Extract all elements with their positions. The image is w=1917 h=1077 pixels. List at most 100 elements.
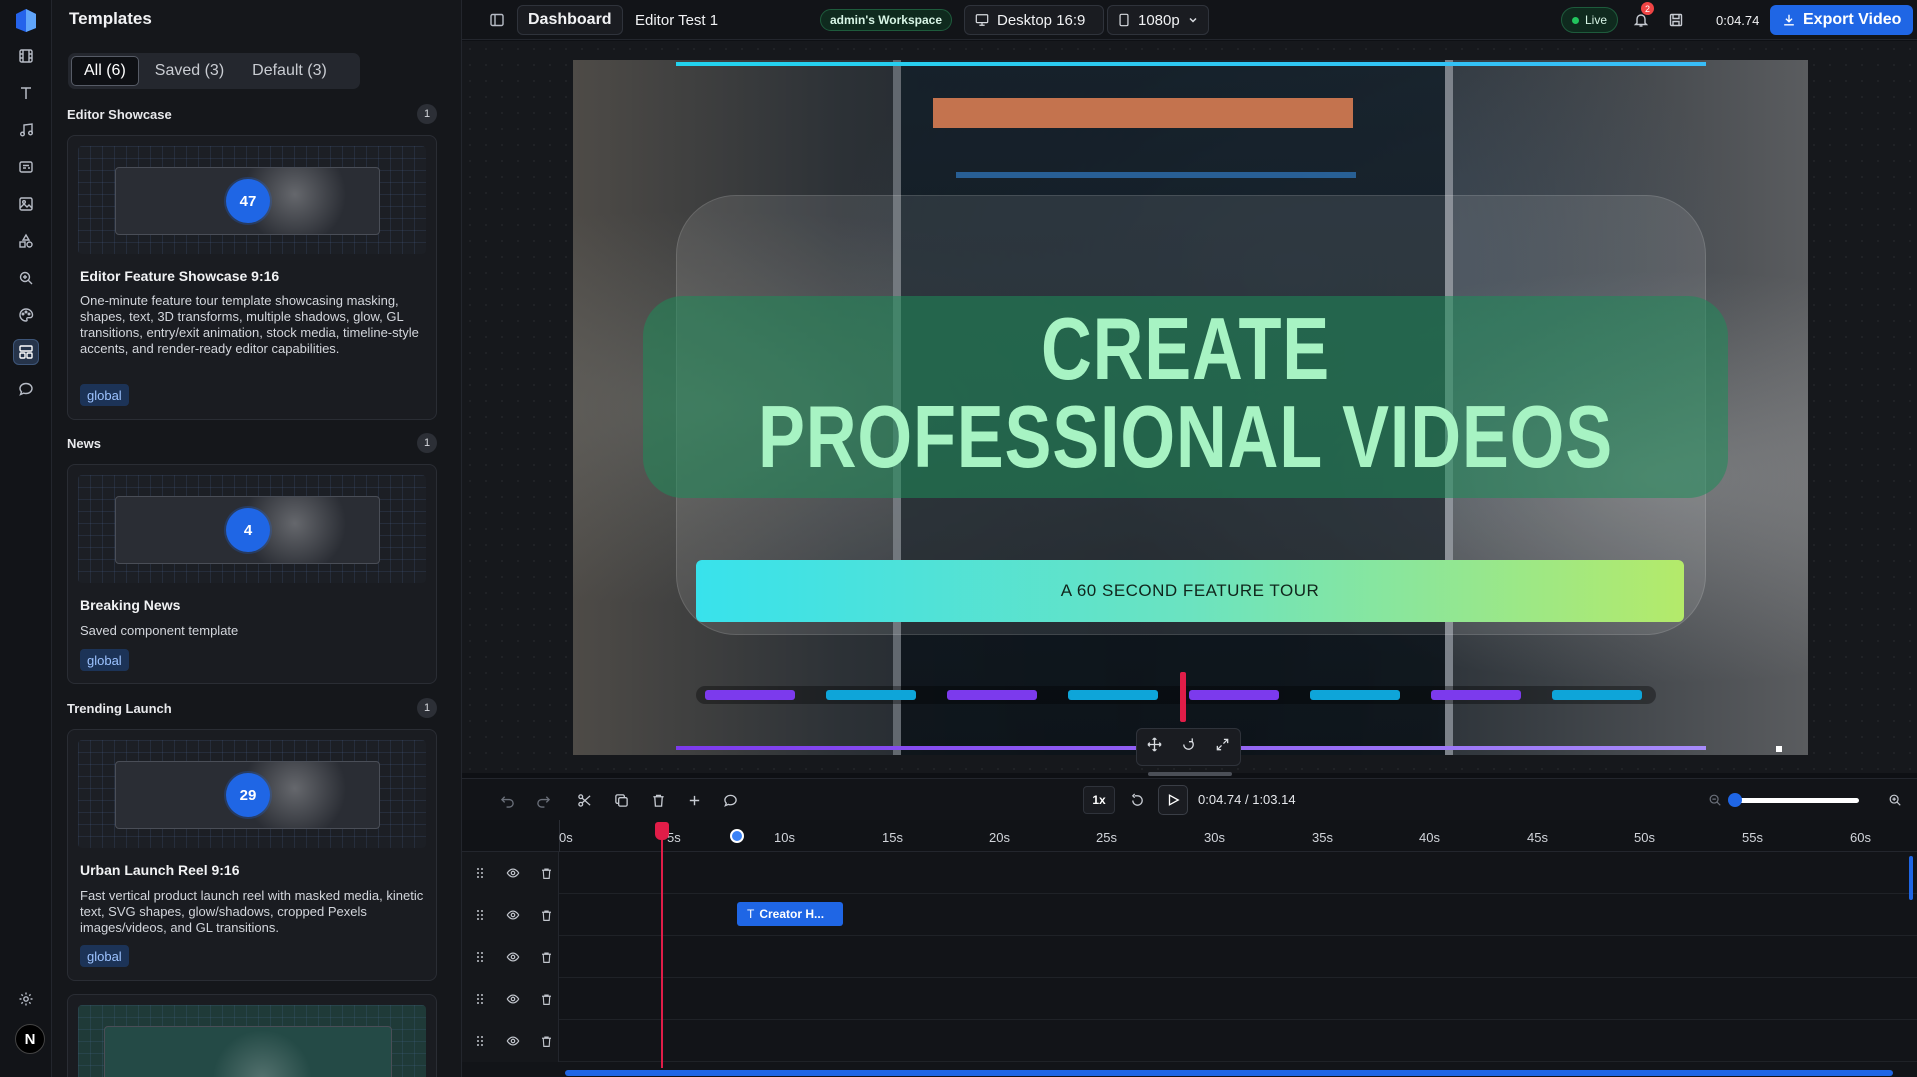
zoom-in-icon[interactable] (1883, 788, 1907, 812)
live-status[interactable]: Live (1561, 7, 1619, 33)
export-label: Export Video (1803, 11, 1902, 28)
trash-icon[interactable] (537, 990, 555, 1008)
feature-tour-banner[interactable]: A 60 SECOND FEATURE TOUR (696, 560, 1684, 622)
template-card[interactable]: 4 Breaking News Saved component template… (67, 464, 437, 684)
trash-icon[interactable] (537, 948, 555, 966)
track-row[interactable] (462, 894, 1917, 936)
device-select[interactable]: Desktop 16:9 (964, 5, 1104, 35)
duplicate-icon[interactable] (609, 788, 633, 812)
top-bar: Dashboard Editor Test 1 admin's Workspac… (462, 0, 1917, 40)
filter-tab-all[interactable]: All (6) (71, 56, 139, 86)
headline-text[interactable]: CREATE PROFESSIONAL VIDEOS (752, 305, 1620, 481)
dashboard-button[interactable]: Dashboard (517, 5, 623, 35)
move-icon[interactable] (1147, 737, 1162, 757)
zoom-out-icon[interactable] (1703, 788, 1727, 812)
playhead[interactable] (661, 828, 663, 1068)
track-row[interactable] (462, 936, 1917, 978)
timeline-vertical-scrollbar[interactable] (1909, 856, 1913, 900)
ruler-tick: 5s (667, 830, 681, 845)
track-controls (462, 1020, 559, 1062)
drag-handle-icon[interactable] (471, 1032, 489, 1050)
template-thumbnail: 47 (78, 146, 426, 254)
eye-icon[interactable] (504, 864, 522, 882)
editor-app: N Templates All (6) Saved (3) Default (3… (0, 0, 1917, 1077)
comment-icon[interactable] (718, 788, 742, 812)
templates-panel: Templates All (6) Saved (3) Default (3) … (52, 0, 462, 1077)
filter-tab-saved[interactable]: Saved (3) (143, 56, 236, 86)
timeline-ruler[interactable]: 0s 5s 10s 15s 20s 25s 30s 35s 40s 45s 50… (462, 820, 1917, 852)
zoom-search-icon[interactable] (13, 265, 39, 291)
rotate-icon[interactable] (1181, 737, 1196, 757)
eye-icon[interactable] (504, 1032, 522, 1050)
user-avatar[interactable]: N (15, 1024, 45, 1054)
zoom-slider-knob[interactable] (1728, 793, 1742, 807)
palette-icon[interactable] (13, 302, 39, 328)
track-row[interactable] (462, 1020, 1917, 1062)
timeline-accent-segment (826, 690, 916, 700)
timeline-horizontal-scrollbar[interactable] (565, 1070, 1893, 1076)
templates-icon[interactable] (13, 339, 39, 365)
phone-icon (1119, 13, 1129, 27)
eye-icon[interactable] (504, 990, 522, 1008)
drag-handle-icon[interactable] (471, 948, 489, 966)
thumbnail-frame (104, 1026, 392, 1077)
track-row[interactable] (462, 978, 1917, 1020)
top-accent-line[interactable] (676, 62, 1706, 66)
track-row[interactable] (462, 852, 1917, 894)
playback-speed-button[interactable]: 1x (1083, 786, 1115, 814)
music-icon[interactable] (13, 117, 39, 143)
shapes-icon[interactable] (13, 228, 39, 254)
track-controls (462, 894, 559, 936)
text-icon[interactable] (13, 80, 39, 106)
filter-tab-default[interactable]: Default (3) (240, 56, 339, 86)
template-scope-tag: global (80, 649, 129, 671)
eye-icon[interactable] (504, 906, 522, 924)
zoom-slider[interactable] (1734, 798, 1859, 803)
comment-icon[interactable] (13, 376, 39, 402)
template-card[interactable] (67, 994, 437, 1077)
undo-icon[interactable] (495, 788, 519, 812)
add-icon[interactable] (682, 788, 706, 812)
redo-icon[interactable] (531, 788, 555, 812)
trash-icon[interactable] (537, 864, 555, 882)
drag-handle-icon[interactable] (471, 906, 489, 924)
scissors-icon[interactable] (572, 788, 596, 812)
replay-icon[interactable] (1125, 788, 1149, 812)
video-preview[interactable]: CREATE PROFESSIONAL VIDEOS A 60 SECOND F… (573, 60, 1808, 755)
settings-gear-icon[interactable] (13, 986, 39, 1012)
template-card[interactable]: 47 Editor Feature Showcase 9:16 One-minu… (67, 135, 437, 420)
tool-rail: N (0, 0, 52, 1077)
ruler-tick: 50s (1634, 830, 1655, 845)
drag-handle-icon[interactable] (471, 990, 489, 1008)
trash-icon[interactable] (537, 906, 555, 924)
trash-icon[interactable] (646, 788, 670, 812)
resolution-label: 1080p (1138, 11, 1180, 29)
text-clip[interactable]: T Creator H... (737, 902, 843, 926)
template-title: Breaking News (80, 597, 181, 613)
captions-icon[interactable] (13, 154, 39, 180)
template-description: Saved component template (80, 623, 239, 638)
ruler-tick: 10s (774, 830, 795, 845)
project-name[interactable]: Editor Test 1 (635, 5, 718, 35)
save-icon[interactable] (1665, 5, 1687, 35)
template-number-badge: 4 (226, 508, 270, 552)
playhead-handle[interactable] (655, 822, 669, 840)
eye-icon[interactable] (504, 948, 522, 966)
resolution-select[interactable]: 1080p (1107, 5, 1209, 35)
section-count-badge: 1 (417, 433, 437, 453)
ruler-marker[interactable] (730, 829, 744, 843)
image-icon[interactable] (13, 191, 39, 217)
sidebar-toggle-icon[interactable] (482, 5, 512, 35)
drag-handle-icon[interactable] (471, 864, 489, 882)
section-title: News (67, 435, 101, 451)
workspace-pill[interactable]: admin's Workspace (820, 9, 953, 31)
trash-icon[interactable] (537, 1032, 555, 1050)
film-icon[interactable] (13, 43, 39, 69)
resize-handle[interactable] (1776, 746, 1782, 752)
app-logo (16, 9, 36, 32)
play-button[interactable] (1158, 785, 1188, 815)
panel-resize-handle[interactable] (1148, 772, 1232, 776)
expand-icon[interactable] (1215, 737, 1230, 757)
export-video-button[interactable]: Export Video (1770, 5, 1914, 35)
template-card[interactable]: 29 Urban Launch Reel 9:16 Fast vertical … (67, 729, 437, 981)
